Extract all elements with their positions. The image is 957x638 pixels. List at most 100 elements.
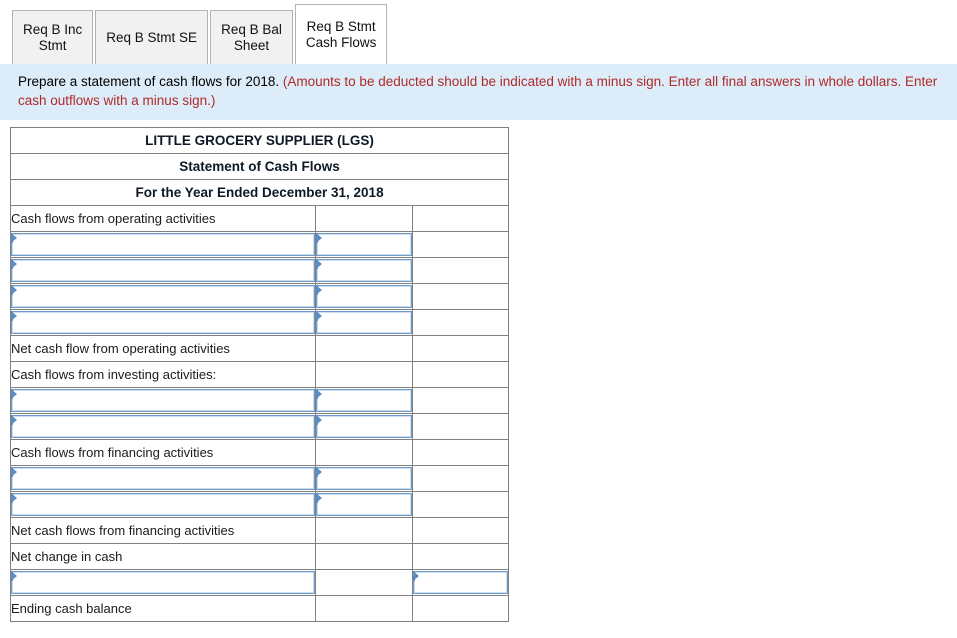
tab-req-b-stmt-cash-flows[interactable]: Req B Stmt Cash Flows [294, 4, 388, 64]
triangle-right-marker-icon [316, 259, 322, 269]
statement-period: For the Year Ended December 31, 2018 [9, 179, 510, 206]
row-description-field-7[interactable] [11, 389, 315, 412]
row-amount-field-1[interactable] [316, 233, 412, 256]
row-description-field-4-cell[interactable] [10, 309, 316, 336]
row-amount-field-3[interactable] [316, 285, 412, 308]
row-amount-field-7-input[interactable] [317, 390, 411, 411]
row-amount-field-8[interactable] [316, 415, 412, 438]
row-label-13: Net change in cash [10, 543, 316, 570]
row-amount-field-11[interactable] [316, 493, 412, 516]
instruction-panel: Prepare a statement of cash flows for 20… [0, 64, 957, 120]
row-total-field-14-input[interactable] [414, 572, 508, 593]
triangle-right-marker-icon [11, 389, 17, 399]
row-description-field-14[interactable] [11, 571, 315, 594]
row-label-0: Cash flows from operating activities [10, 205, 316, 232]
triangle-right-marker-icon [11, 259, 17, 269]
row-amount-right-12 [411, 517, 510, 544]
company-name: LITTLE GROCERY SUPPLIER (LGS) [9, 127, 510, 154]
row-amount-field-4[interactable] [316, 311, 412, 334]
row-description-field-2[interactable] [11, 259, 315, 282]
row-description-field-7-input[interactable] [12, 390, 314, 411]
triangle-right-marker-icon [316, 389, 322, 399]
triangle-right-marker-icon [11, 311, 17, 321]
row-amount-mid-0 [315, 205, 413, 232]
row-label-12: Net cash flows from financing activities [10, 517, 316, 544]
row-amount-field-11-cell[interactable] [315, 491, 413, 518]
row-amount-field-1-input[interactable] [317, 234, 411, 255]
row-description-field-2-cell[interactable] [10, 257, 316, 284]
triangle-right-marker-icon [11, 493, 17, 503]
tab-req-b-bal-sheet[interactable]: Req B Bal Sheet [210, 10, 293, 64]
triangle-right-marker-icon [316, 415, 322, 425]
row-amount-right-7 [411, 387, 510, 414]
tab-strip: Req B Inc Stmt Req B Stmt SE Req B Bal S… [0, 0, 957, 64]
row-amount-field-4-input[interactable] [317, 312, 411, 333]
tab-req-b-inc-stmt[interactable]: Req B Inc Stmt [12, 10, 94, 64]
row-description-field-2-input[interactable] [12, 260, 314, 281]
row-description-field-1[interactable] [11, 233, 315, 256]
row-description-field-3-cell[interactable] [10, 283, 316, 310]
row-description-field-11-cell[interactable] [10, 491, 316, 518]
table-row [10, 231, 510, 258]
row-description-field-10[interactable] [11, 467, 315, 490]
row-amount-field-2-cell[interactable] [315, 257, 413, 284]
row-description-field-14-cell[interactable] [10, 569, 316, 596]
row-description-field-4-input[interactable] [12, 312, 314, 333]
row-amount-mid-12 [315, 517, 413, 544]
statement-table-body: LITTLE GROCERY SUPPLIER (LGS) Statement … [9, 127, 510, 622]
row-amount-field-3-cell[interactable] [315, 283, 413, 310]
row-amount-mid-9 [315, 439, 413, 466]
row-amount-right-8 [411, 413, 510, 440]
row-description-field-7-cell[interactable] [10, 387, 316, 414]
row-description-field-8[interactable] [11, 415, 315, 438]
table-row [10, 283, 510, 310]
row-description-field-8-cell[interactable] [10, 413, 316, 440]
row-amount-mid-15 [315, 595, 413, 622]
row-total-field-14-cell[interactable] [411, 569, 510, 596]
row-amount-field-2-input[interactable] [317, 260, 411, 281]
row-description-field-14-input[interactable] [12, 572, 314, 593]
instruction-main: Prepare a statement of cash flows for 20… [18, 74, 283, 89]
table-row: Net change in cash [10, 543, 510, 570]
row-description-field-3-input[interactable] [12, 286, 314, 307]
row-amount-field-1-cell[interactable] [315, 231, 413, 258]
table-header-row-period: For the Year Ended December 31, 2018 [9, 179, 510, 206]
row-description-field-1-input[interactable] [12, 234, 314, 255]
row-description-field-11[interactable] [11, 493, 315, 516]
row-amount-field-7[interactable] [316, 389, 412, 412]
row-description-field-4[interactable] [11, 311, 315, 334]
triangle-right-marker-icon [11, 285, 17, 295]
row-amount-field-11-input[interactable] [317, 494, 411, 515]
row-amount-right-0 [411, 205, 510, 232]
row-amount-mid-6 [315, 361, 413, 388]
table-row: Cash flows from financing activities [10, 439, 510, 466]
row-amount-field-8-input[interactable] [317, 416, 411, 437]
row-description-field-10-input[interactable] [12, 468, 314, 489]
tab-req-b-stmt-se[interactable]: Req B Stmt SE [95, 10, 209, 64]
row-description-field-3[interactable] [11, 285, 315, 308]
statement-of-cash-flows-table: LITTLE GROCERY SUPPLIER (LGS) Statement … [9, 127, 510, 622]
row-amount-field-8-cell[interactable] [315, 413, 413, 440]
statement-title: Statement of Cash Flows [9, 153, 510, 180]
table-row: Cash flows from investing activities: [10, 361, 510, 388]
row-amount-field-7-cell[interactable] [315, 387, 413, 414]
triangle-right-marker-icon [11, 571, 17, 581]
table-header-row-company: LITTLE GROCERY SUPPLIER (LGS) [9, 127, 510, 154]
row-description-field-10-cell[interactable] [10, 465, 316, 492]
row-amount-field-10-input[interactable] [317, 468, 411, 489]
row-amount-field-3-input[interactable] [317, 286, 411, 307]
table-row [10, 387, 510, 414]
row-description-field-8-input[interactable] [12, 416, 314, 437]
row-label-9: Cash flows from financing activities [10, 439, 316, 466]
row-amount-field-2[interactable] [316, 259, 412, 282]
row-amount-field-10-cell[interactable] [315, 465, 413, 492]
row-description-field-1-cell[interactable] [10, 231, 316, 258]
row-amount-right-13 [411, 543, 510, 570]
table-row [10, 465, 510, 492]
row-description-field-11-input[interactable] [12, 494, 314, 515]
row-amount-right-9 [411, 439, 510, 466]
instruction-text: Prepare a statement of cash flows for 20… [18, 72, 943, 110]
row-amount-field-4-cell[interactable] [315, 309, 413, 336]
row-total-field-14[interactable] [413, 571, 509, 594]
row-amount-field-10[interactable] [316, 467, 412, 490]
